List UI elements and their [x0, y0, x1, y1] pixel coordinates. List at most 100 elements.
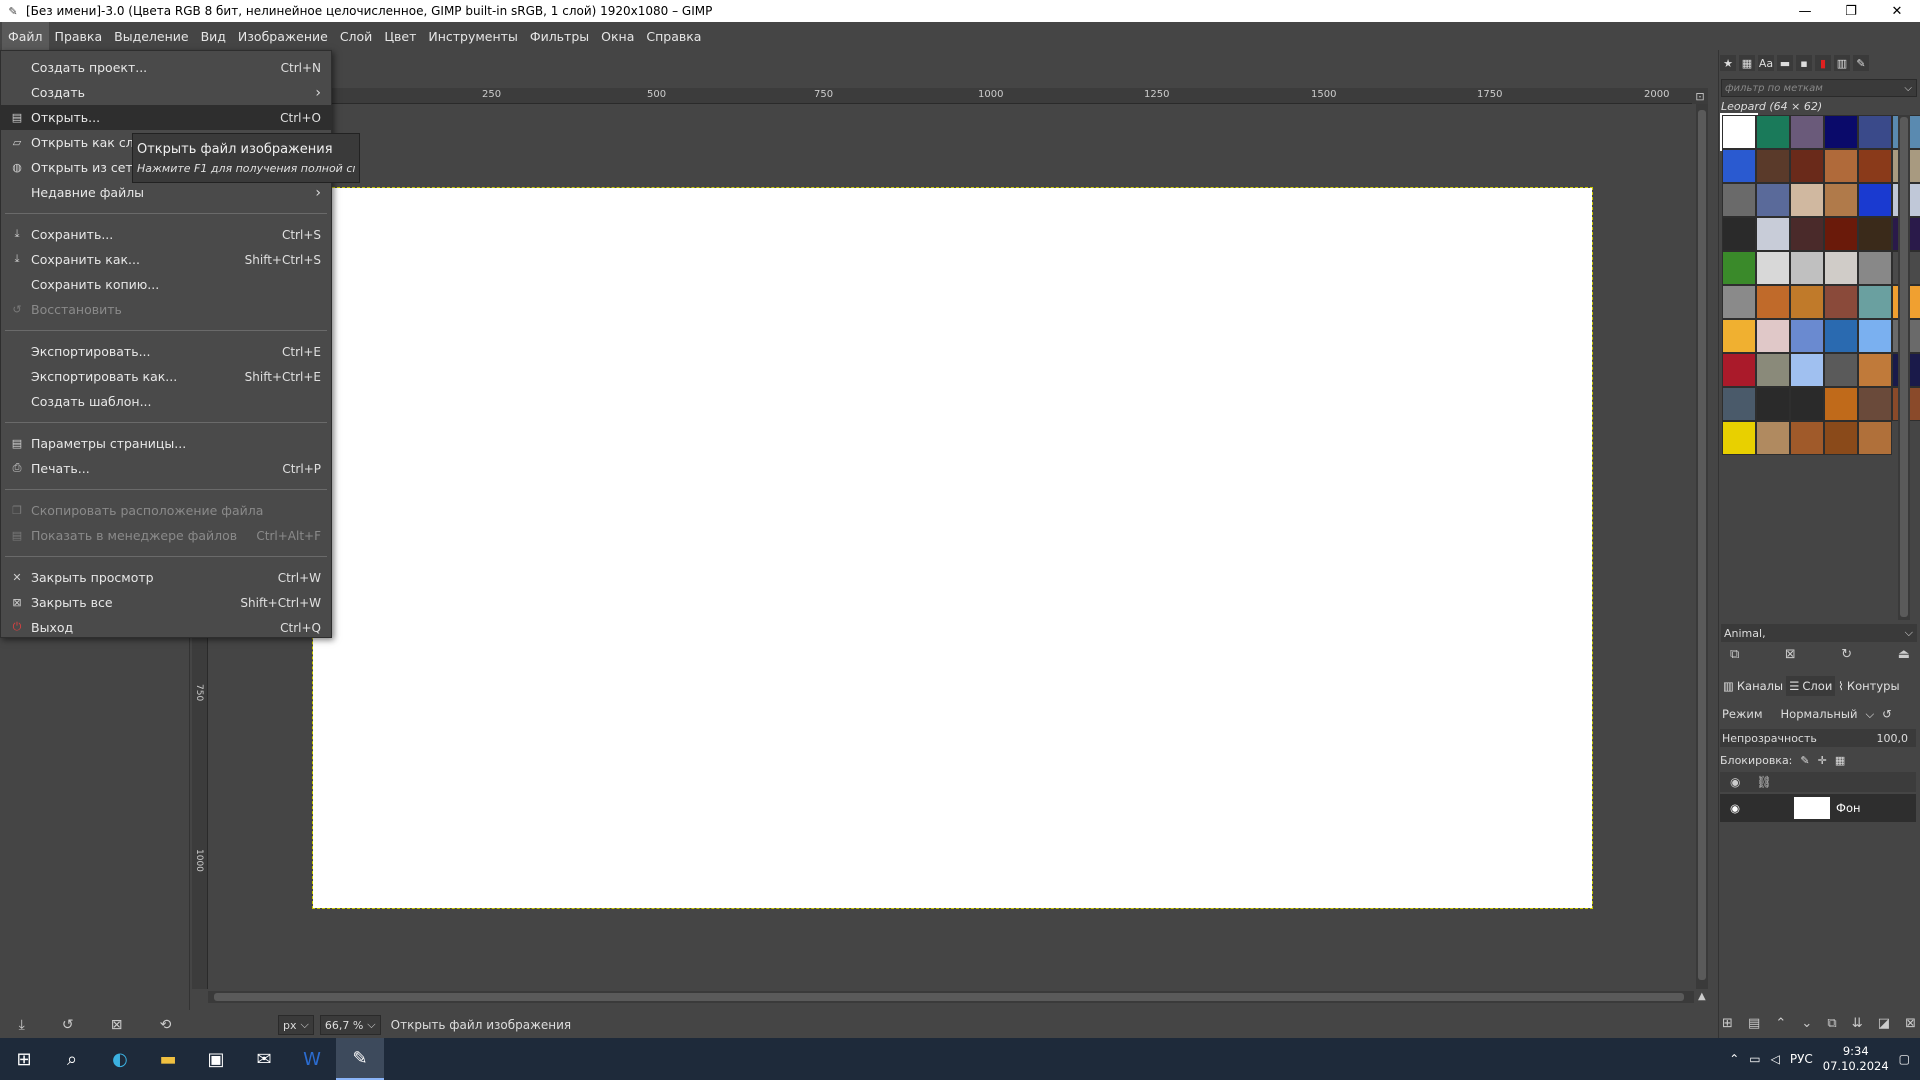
pattern-swatch[interactable]: [1858, 217, 1892, 251]
new-layer-icon[interactable]: ⊞: [1722, 1016, 1733, 1036]
pattern-swatch[interactable]: [1756, 285, 1790, 319]
paint-tab-icon[interactable]: ✎: [1853, 55, 1869, 71]
lower-layer-icon[interactable]: ⌄: [1801, 1016, 1812, 1036]
file-explorer-icon[interactable]: ▬: [144, 1038, 192, 1080]
pattern-swatch[interactable]: [1722, 387, 1756, 421]
gimp-taskbar-icon[interactable]: ✎: [336, 1038, 384, 1080]
pattern-swatch[interactable]: [1790, 115, 1824, 149]
tab-paths[interactable]: ⌇ Контуры: [1835, 676, 1902, 696]
word-icon[interactable]: W: [288, 1038, 336, 1080]
reset-icon[interactable]: ⟲: [160, 1017, 172, 1033]
menu-layer[interactable]: Слой: [334, 22, 379, 50]
merge-down-icon[interactable]: ⇊: [1852, 1016, 1863, 1036]
pattern-swatch[interactable]: [1790, 387, 1824, 421]
pattern-swatch[interactable]: [1858, 115, 1892, 149]
windows-start-icon[interactable]: ⊞: [0, 1038, 48, 1080]
menu-item-quit[interactable]: ⏻ Выход Ctrl+Q: [1, 615, 331, 640]
tab-layers[interactable]: ☰ Слои: [1786, 676, 1836, 696]
menu-tools[interactable]: Инструменты: [422, 22, 523, 50]
menu-colors[interactable]: Цвет: [378, 22, 422, 50]
horizontal-ruler[interactable]: 250 500 750 1000 1250 1500 1750 2000: [212, 88, 1702, 104]
pattern-swatch[interactable]: [1858, 251, 1892, 285]
mask-icon[interactable]: ◪: [1878, 1016, 1890, 1036]
menu-item-export[interactable]: Экспортировать... Ctrl+E: [1, 339, 331, 364]
opacity-slider[interactable]: Непрозрачность 100,0: [1720, 729, 1916, 747]
vertical-scrollbar[interactable]: [1696, 104, 1708, 989]
refresh-icon[interactable]: ↻: [1841, 647, 1852, 667]
tag-filter-input[interactable]: фильтр по меткам ⌵: [1721, 79, 1917, 97]
color-tab-icon[interactable]: ▮: [1815, 55, 1831, 71]
pattern-swatch[interactable]: [1824, 115, 1858, 149]
pattern-scrollbar[interactable]: [1898, 115, 1910, 620]
pattern-swatch[interactable]: [1722, 319, 1756, 353]
menu-item-create[interactable]: Создать ›: [1, 80, 331, 105]
maximize-button[interactable]: ❐: [1828, 0, 1874, 22]
pattern-swatch[interactable]: [1790, 183, 1824, 217]
menu-item-close-view[interactable]: ✕ Закрыть просмотр Ctrl+W: [1, 565, 331, 590]
menu-item-close-all[interactable]: ⊠ Закрыть все Shift+Ctrl+W: [1, 590, 331, 615]
pattern-swatch[interactable]: [1824, 217, 1858, 251]
menu-item-page-setup[interactable]: ▤ Параметры страницы...: [1, 431, 331, 456]
fonts-tab-icon[interactable]: Aa: [1758, 55, 1774, 71]
pattern-swatch[interactable]: [1722, 421, 1756, 455]
language-indicator[interactable]: РУС: [1790, 1052, 1813, 1066]
pattern-swatch[interactable]: [1722, 353, 1756, 387]
mail-icon[interactable]: ✉: [240, 1038, 288, 1080]
new-group-icon[interactable]: ▤: [1748, 1016, 1760, 1036]
pattern-swatch[interactable]: [1722, 285, 1756, 319]
pattern-swatch[interactable]: [1858, 387, 1892, 421]
network-icon[interactable]: ▭: [1749, 1052, 1760, 1066]
menu-item-print[interactable]: ⎙ Печать... Ctrl+P: [1, 456, 331, 481]
zoom-fit-icon[interactable]: ⊡: [1692, 88, 1708, 104]
pattern-swatch[interactable]: [1756, 387, 1790, 421]
duplicate-icon[interactable]: ⧉: [1730, 647, 1739, 667]
menu-item-save-copy[interactable]: Сохранить копию...: [1, 272, 331, 297]
tool-options-tab-icon[interactable]: ▥: [1834, 55, 1850, 71]
pattern-swatch[interactable]: [1756, 353, 1790, 387]
pattern-swatch[interactable]: [1824, 387, 1858, 421]
pattern-swatch[interactable]: [1824, 149, 1858, 183]
mode-select[interactable]: Нормальный: [1781, 707, 1858, 721]
pattern-swatch[interactable]: [1858, 149, 1892, 183]
pattern-swatch[interactable]: [1858, 319, 1892, 353]
delete-icon[interactable]: ⊠: [1785, 647, 1796, 667]
volume-icon[interactable]: ◁: [1771, 1052, 1780, 1066]
brushes-tab-icon[interactable]: ★: [1720, 55, 1736, 71]
menu-item-open[interactable]: ▤ Открыть... Ctrl+O: [1, 105, 331, 130]
pattern-swatch[interactable]: [1790, 217, 1824, 251]
layer-row[interactable]: ◉ Фон: [1720, 794, 1916, 822]
unit-select[interactable]: px ⌵: [278, 1015, 314, 1035]
menu-image[interactable]: Изображение: [232, 22, 334, 50]
menu-windows[interactable]: Окна: [595, 22, 640, 50]
menu-item-create-template[interactable]: Создать шаблон...: [1, 389, 331, 414]
pattern-swatch[interactable]: [1858, 285, 1892, 319]
menu-item-export-as[interactable]: Экспортировать как... Shift+Ctrl+E: [1, 364, 331, 389]
reset-mode-icon[interactable]: ↺: [1882, 707, 1892, 721]
delete-icon[interactable]: ⊠: [111, 1017, 123, 1033]
open-as-image-icon[interactable]: ⏏: [1898, 647, 1910, 667]
lock-position-icon[interactable]: ✛: [1818, 754, 1827, 767]
image-canvas[interactable]: [312, 187, 1593, 909]
pattern-swatch[interactable]: [1790, 149, 1824, 183]
pattern-swatch[interactable]: [1858, 421, 1892, 455]
store-icon[interactable]: ▣: [192, 1038, 240, 1080]
clock[interactable]: 9:34 07.10.2024: [1823, 1044, 1889, 1074]
menu-item-create-project[interactable]: Создать проект... Ctrl+N: [1, 55, 331, 80]
menu-edit[interactable]: Правка: [49, 22, 109, 50]
menu-item-save-as[interactable]: ⤓ Сохранить как... Shift+Ctrl+S: [1, 247, 331, 272]
pattern-swatch[interactable]: [1756, 421, 1790, 455]
menu-select[interactable]: Выделение: [108, 22, 194, 50]
pattern-swatch[interactable]: [1824, 421, 1858, 455]
pattern-swatch[interactable]: [1722, 149, 1756, 183]
pattern-swatch[interactable]: [1824, 285, 1858, 319]
pattern-swatch[interactable]: [1858, 353, 1892, 387]
search-icon[interactable]: ⌕: [48, 1038, 96, 1080]
pattern-swatch[interactable]: [1790, 319, 1824, 353]
pattern-swatch[interactable]: [1756, 217, 1790, 251]
duplicate-layer-icon[interactable]: ⧉: [1827, 1016, 1836, 1036]
pattern-swatch[interactable]: [1756, 251, 1790, 285]
pattern-swatch[interactable]: [1790, 285, 1824, 319]
close-button[interactable]: ✕: [1874, 0, 1920, 22]
delete-layer-icon[interactable]: ⊠: [1905, 1016, 1916, 1036]
pattern-swatch[interactable]: [1720, 113, 1758, 151]
